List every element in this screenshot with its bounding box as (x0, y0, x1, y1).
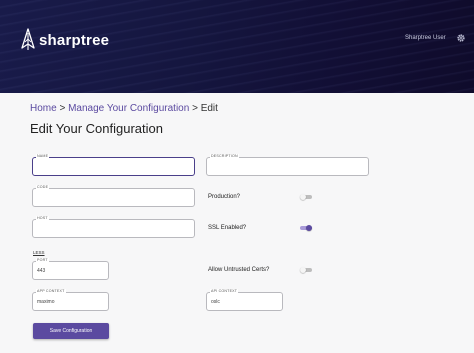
api-context-field[interactable]: API CONTEXT oslc (206, 289, 283, 311)
breadcrumb-manage-configuration[interactable]: Manage Your Configuration (68, 103, 189, 114)
breadcrumb-separator: > (192, 103, 198, 114)
port-field-label: PORT (36, 258, 49, 262)
name-field-label: NAME (36, 154, 50, 158)
ssl-enabled-toggle[interactable] (300, 225, 312, 231)
port-field[interactable]: PORT 443 (32, 258, 109, 280)
breadcrumb-separator: > (59, 103, 66, 114)
page-title: Edit Your Configuration (30, 121, 163, 136)
host-field-label: HOST (36, 216, 49, 220)
breadcrumb-home[interactable]: Home (30, 103, 57, 114)
gear-icon[interactable] (456, 33, 466, 43)
breadcrumb-current: Edit (200, 103, 218, 114)
app-context-field[interactable]: APP CONTEXT maximo (32, 289, 109, 311)
host-field[interactable]: HOST (32, 216, 195, 238)
app-header: sharptree Sharptree User (0, 0, 474, 93)
allow-untrusted-certs-toggle[interactable] (300, 267, 312, 273)
app-context-field-label: APP CONTEXT (36, 289, 66, 293)
tree-logo-icon (21, 28, 35, 50)
production-label: Production? (208, 194, 241, 200)
code-field-label: CODE (36, 185, 50, 189)
user-name[interactable]: Sharptree User (405, 35, 446, 41)
toggle-knob (306, 225, 312, 231)
description-field[interactable]: DESCRIPTION (206, 154, 369, 176)
brand[interactable]: sharptree (20, 28, 109, 52)
name-field[interactable]: NAME (32, 154, 195, 176)
less-link[interactable]: LESS (33, 250, 45, 255)
api-context-field-value: oslc (211, 299, 220, 305)
toggle-knob (300, 194, 306, 200)
production-toggle[interactable] (300, 194, 312, 200)
port-field-value: 443 (37, 268, 46, 274)
app-context-field-value: maximo (37, 299, 55, 305)
save-configuration-button[interactable]: Save Configuration (33, 323, 109, 339)
toggle-knob (300, 267, 306, 273)
description-field-label: DESCRIPTION (210, 154, 239, 158)
breadcrumb: Home > Manage Your Configuration > Edit (30, 103, 218, 114)
api-context-field-label: API CONTEXT (210, 289, 239, 293)
code-field[interactable]: CODE (32, 185, 195, 207)
allow-untrusted-certs-label: Allow Untrusted Certs? (208, 267, 270, 273)
ssl-enabled-label: SSL Enabled? (208, 225, 247, 231)
brand-name: sharptree (39, 31, 110, 49)
